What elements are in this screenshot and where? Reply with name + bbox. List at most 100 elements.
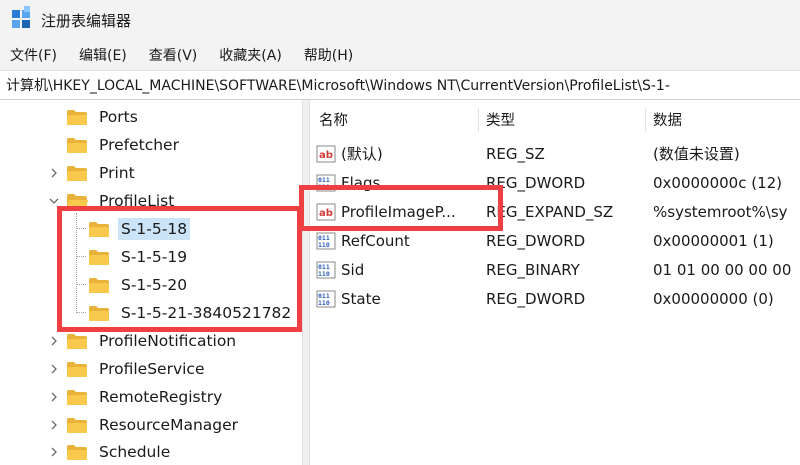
tree-item-profilenotification[interactable]: ProfileNotification (66, 327, 239, 355)
binary-value-icon: 011 110 (316, 174, 336, 192)
menu-edit[interactable]: 编辑(E) (79, 45, 127, 65)
value-data: 0x0000000c (12) (653, 173, 783, 192)
folder-icon (88, 249, 110, 266)
value-type: REG_EXPAND_SZ (486, 202, 614, 221)
tree-item-schedule[interactable]: Schedule (66, 438, 173, 465)
value-name: RefCount (341, 231, 410, 250)
folder-icon (66, 417, 88, 434)
menu-favorites[interactable]: 收藏夹(A) (219, 45, 282, 65)
folder-icon (66, 361, 88, 378)
tree-connector-line (76, 228, 86, 229)
binary-value-icon: 011 110 (316, 232, 336, 250)
value-type: REG_SZ (486, 144, 545, 163)
tree-item-label: Prefetcher (99, 136, 179, 154)
value-type: REG_BINARY (486, 260, 580, 279)
menu-bar: 文件(F) 编辑(E) 查看(V) 收藏夹(A) 帮助(H) (0, 40, 800, 70)
value-row[interactable]: ab (默认) REG_SZ (数值未设置) (310, 139, 800, 168)
value-type: REG_DWORD (486, 289, 586, 308)
value-name-cell: ab ProfileImageP... (316, 197, 480, 226)
value-data: 01 01 00 00 00 00 (653, 260, 792, 279)
value-row[interactable]: ab ProfileImageP... REG_EXPAND_SZ %syste… (310, 197, 800, 226)
tree-item-prefetcher[interactable]: Prefetcher (66, 131, 182, 159)
key-tree-pane[interactable]: Ports Prefetcher Print ProfileList S-1-5… (0, 100, 302, 465)
chevron-right-icon[interactable] (47, 418, 61, 432)
folder-icon (66, 137, 88, 154)
binary-value-icon: 011 110 (316, 290, 336, 308)
folder-icon (66, 444, 88, 461)
value-data: %systemroot%\sy (653, 202, 788, 221)
chevron-right-icon[interactable] (47, 445, 61, 459)
chevron-right-icon[interactable] (47, 334, 61, 348)
menu-help[interactable]: 帮助(H) (304, 45, 353, 65)
value-name: (默认) (341, 145, 383, 163)
tree-item-s-1-5-21[interactable]: S-1-5-21-3840521782 (88, 299, 294, 327)
folder-icon (88, 221, 110, 238)
tree-connector-line (76, 284, 86, 285)
tree-item-label: ProfileService (99, 360, 205, 378)
tree-item-profilelist[interactable]: ProfileList (66, 187, 177, 215)
tree-item-label: S-1-5-18 (118, 218, 191, 240)
pane-splitter[interactable] (302, 100, 310, 465)
address-path[interactable]: 计算机\HKEY_LOCAL_MACHINE\SOFTWARE\Microsof… (6, 75, 670, 95)
value-row[interactable]: 011 110 RefCount REG_DWORD 0x00000001 (1) (310, 226, 800, 255)
svg-text:ab: ab (319, 150, 333, 161)
tree-item-label: ProfileNotification (99, 332, 237, 350)
svg-text:110: 110 (318, 270, 330, 278)
chevron-right-icon[interactable] (47, 390, 61, 404)
address-bar[interactable]: 计算机\HKEY_LOCAL_MACHINE\SOFTWARE\Microsof… (0, 70, 800, 100)
value-data: (数值未设置) (653, 145, 740, 163)
value-name-cell: 011 110 State (316, 284, 480, 313)
column-header-name[interactable]: 名称 (319, 100, 479, 138)
value-name-cell: 011 110 Flags (316, 168, 480, 197)
chevron-right-icon[interactable] (47, 362, 61, 376)
folder-icon (66, 389, 88, 406)
column-separator[interactable] (478, 108, 479, 132)
tree-item-label: ResourceManager (99, 416, 239, 434)
menu-view[interactable]: 查看(V) (149, 45, 198, 65)
title-bar[interactable]: 注册表编辑器 (0, 0, 800, 40)
column-separator[interactable] (645, 108, 646, 132)
tree-item-label: Print (99, 164, 135, 182)
value-row[interactable]: 011 110 Flags REG_DWORD 0x0000000c (12) (310, 168, 800, 197)
values-list-pane[interactable]: 名称 类型 数据 ab (默认) REG_SZ (数值未设置) 011 110 F… (310, 100, 800, 465)
folder-open-icon (66, 193, 88, 210)
value-name: ProfileImageP... (341, 202, 456, 221)
value-name: State (341, 289, 381, 308)
tree-item-s-1-5-20[interactable]: S-1-5-20 (88, 271, 190, 299)
value-row[interactable]: 011 110 Sid REG_BINARY 01 01 00 00 00 00 (310, 255, 800, 284)
tree-item-print[interactable]: Print (66, 159, 138, 187)
svg-text:ab: ab (319, 208, 333, 219)
tree-item-resourcemanager[interactable]: ResourceManager (66, 411, 241, 439)
tree-item-label: RemoteRegistry (99, 388, 223, 406)
folder-icon (66, 109, 88, 126)
binary-value-icon: 011 110 (316, 261, 336, 279)
chevron-right-icon[interactable] (47, 166, 61, 180)
chevron-down-icon[interactable] (47, 194, 61, 208)
value-name-cell: 011 110 Sid (316, 255, 480, 284)
column-header-data[interactable]: 数据 (653, 100, 800, 138)
menu-file[interactable]: 文件(F) (10, 45, 57, 65)
folder-icon (66, 333, 88, 350)
folder-icon (88, 305, 110, 322)
tree-item-s-1-5-18[interactable]: S-1-5-18 (88, 215, 191, 243)
value-name: Flags (341, 173, 381, 192)
tree-item-label: S-1-5-19 (121, 248, 188, 266)
tree-item-label: Ports (99, 108, 138, 126)
tree-item-label: S-1-5-21-3840521782 (121, 304, 292, 322)
svg-text:110: 110 (318, 299, 330, 307)
string-value-icon: ab (316, 203, 336, 221)
tree-item-remoteregistry[interactable]: RemoteRegistry (66, 383, 225, 411)
column-header-row: 名称 类型 数据 (310, 100, 800, 138)
column-header-type[interactable]: 类型 (486, 100, 646, 138)
value-name-cell: ab (默认) (316, 139, 480, 168)
tree-item-s-1-5-19[interactable]: S-1-5-19 (88, 243, 190, 271)
tree-item-ports[interactable]: Ports (66, 103, 141, 131)
registry-editor-app-icon (12, 6, 32, 30)
string-value-icon: ab (316, 145, 336, 163)
value-data: 0x00000000 (0) (653, 289, 774, 308)
folder-icon (66, 165, 88, 182)
value-row[interactable]: 011 110 State REG_DWORD 0x00000000 (0) (310, 284, 800, 313)
svg-text:110: 110 (318, 183, 330, 191)
tree-item-profileservice[interactable]: ProfileService (66, 355, 207, 383)
tree-connector-line (76, 256, 86, 257)
